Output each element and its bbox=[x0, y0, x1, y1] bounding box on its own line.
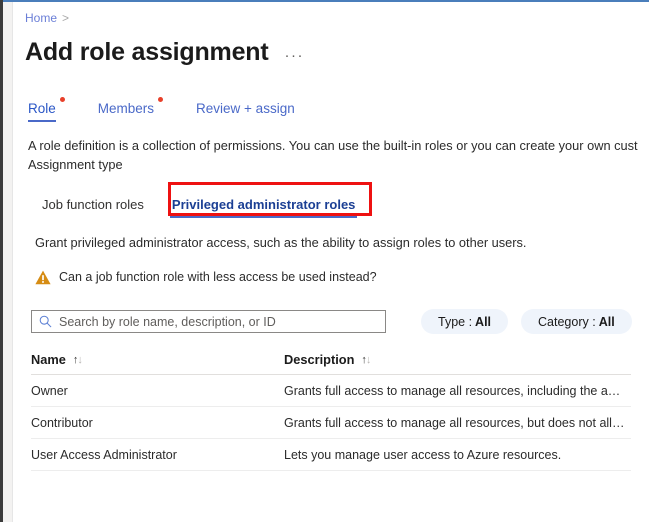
table-row[interactable]: Contributor Grants full access to manage… bbox=[31, 407, 631, 439]
table-row[interactable]: User Access Administrator Lets you manag… bbox=[31, 439, 631, 471]
table-row[interactable]: Owner Grants full access to manage all r… bbox=[31, 375, 631, 407]
filter-category-label: Category : bbox=[538, 315, 596, 329]
required-indicator-icon bbox=[60, 97, 65, 102]
blade-content: Home > Add role assignment ··· Role Membe… bbox=[13, 2, 649, 522]
filter-category-value: All bbox=[599, 315, 615, 329]
table-header-row: Name ↑↓ Description ↑↓ bbox=[31, 352, 631, 375]
filter-pills: Type : All Category : All bbox=[421, 309, 645, 334]
sort-arrows-icon: ↑↓ bbox=[73, 354, 82, 366]
tab-members-label: Members bbox=[98, 101, 154, 116]
role-type-pivot: Job function roles Privileged administra… bbox=[13, 186, 649, 220]
page-title: Add role assignment bbox=[25, 36, 268, 68]
wizard-tablist: Role Members Review + assign bbox=[13, 96, 649, 122]
subtab-privileged-administrator-roles-label: Privileged administrator roles bbox=[172, 197, 356, 212]
column-header-description-label: Description bbox=[284, 352, 354, 367]
tab-role-label: Role bbox=[28, 101, 56, 116]
required-indicator-icon bbox=[158, 97, 163, 102]
sort-arrows-icon: ↑↓ bbox=[361, 354, 370, 366]
assignment-type-label: Assignment type bbox=[13, 155, 649, 174]
column-header-name[interactable]: Name ↑↓ bbox=[31, 352, 284, 367]
tab-review-assign-label: Review + assign bbox=[196, 101, 295, 116]
portal-side-rail bbox=[3, 2, 13, 522]
search-box[interactable] bbox=[31, 310, 386, 333]
warning-banner: Can a job function role with less access… bbox=[13, 269, 649, 285]
subtab-job-function-roles[interactable]: Job function roles bbox=[28, 197, 158, 220]
more-options-icon[interactable]: ··· bbox=[284, 51, 304, 61]
cell-role-description: Grants full access to manage all resourc… bbox=[284, 416, 631, 430]
title-row: Add role assignment ··· bbox=[13, 26, 649, 68]
tab-role[interactable]: Role bbox=[28, 101, 56, 122]
search-icon bbox=[39, 315, 52, 328]
cell-role-name: User Access Administrator bbox=[31, 448, 284, 462]
column-header-description[interactable]: Description ↑↓ bbox=[284, 352, 631, 367]
filter-type-label: Type : bbox=[438, 315, 472, 329]
breadcrumb: Home > bbox=[13, 2, 649, 26]
breadcrumb-separator-icon: > bbox=[62, 11, 69, 25]
tab-members[interactable]: Members bbox=[98, 101, 154, 122]
cell-role-name: Owner bbox=[31, 384, 284, 398]
column-header-name-label: Name bbox=[31, 352, 66, 367]
subtab-privileged-administrator-roles[interactable]: Privileged administrator roles bbox=[158, 197, 370, 220]
warning-text: Can a job function role with less access… bbox=[59, 269, 377, 285]
cell-role-name: Contributor bbox=[31, 416, 284, 430]
warning-triangle-icon bbox=[35, 270, 51, 285]
cell-role-description: Grants full access to manage all resourc… bbox=[284, 384, 631, 398]
tab-review-assign[interactable]: Review + assign bbox=[196, 101, 295, 122]
breadcrumb-item-home[interactable]: Home bbox=[25, 11, 57, 25]
list-toolbar: Type : All Category : All bbox=[13, 309, 649, 334]
subtab-job-function-roles-label: Job function roles bbox=[42, 197, 144, 212]
filter-type-value: All bbox=[475, 315, 491, 329]
grant-description: Grant privileged administrator access, s… bbox=[13, 234, 649, 252]
cell-role-description: Lets you manage user access to Azure res… bbox=[284, 448, 631, 462]
search-input[interactable] bbox=[59, 315, 385, 329]
blade-description: A role definition is a collection of per… bbox=[13, 136, 649, 155]
filter-type-pill[interactable]: Type : All bbox=[421, 309, 508, 334]
roles-table: Name ↑↓ Description ↑↓ Owner Grants full… bbox=[13, 352, 631, 471]
filter-category-pill[interactable]: Category : All bbox=[521, 309, 632, 334]
